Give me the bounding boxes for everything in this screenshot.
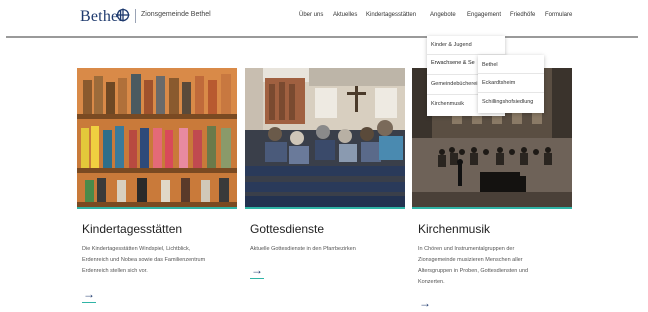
dropdown-item-kirchenmusik[interactable]: Kirchenmusik xyxy=(431,101,464,107)
submenu-item-bethel[interactable]: Bethel xyxy=(482,62,498,68)
erwachsene-submenu: Bethel Eckardtsheim Schillingshofsiedlun… xyxy=(478,55,544,113)
nav-item-engagement[interactable]: Engagement xyxy=(467,12,501,18)
nav-item-angebote[interactable]: Angebote xyxy=(430,12,456,18)
nav-item-formulare[interactable]: Formulare xyxy=(545,12,572,18)
church-service-illustration xyxy=(245,68,405,208)
arrow-underline xyxy=(82,302,96,303)
card-text-line: Erdenreich stellen sich vor. xyxy=(82,268,148,274)
card-accent-line xyxy=(77,207,237,209)
card-text-line: Zionsgemeinde musizieren Menschen aller xyxy=(418,257,523,263)
card-text-line: Altersgruppen in Proben, Gottesdiensten … xyxy=(418,268,529,274)
site-name: Zionsgemeinde Bethel xyxy=(141,11,211,18)
arrow-right-icon[interactable]: → xyxy=(83,288,95,300)
nav-item-friedhoefe[interactable]: Friedhöfe xyxy=(510,12,535,18)
card-title-gottesdienste[interactable]: Gottesdienste xyxy=(250,222,324,236)
gottesdienst-photo[interactable] xyxy=(245,68,405,208)
logo-divider xyxy=(135,9,136,23)
arrow-right-icon[interactable]: → xyxy=(251,264,263,276)
card-title-kindertagesstaetten[interactable]: Kindertagesstätten xyxy=(82,222,182,236)
header-divider xyxy=(6,36,638,38)
rain-boots-illustration xyxy=(77,68,237,208)
submenu-divider xyxy=(478,73,544,74)
card-text-line: Erdenreich und Nobea sowie das Familienz… xyxy=(82,257,206,263)
card-text-line: Konzerten. xyxy=(418,279,445,285)
submenu-divider xyxy=(478,92,544,93)
card-text-line: Aktuelle Gottesdienste in den Pfarrbezir… xyxy=(250,246,356,252)
submenu-item-schillingshofsiedlung[interactable]: Schillingshofsiedlung xyxy=(482,99,533,105)
dropdown-item-gemeindebuecherei[interactable]: Gemeindebücherei xyxy=(431,81,477,87)
arrow-right-icon[interactable]: → xyxy=(419,297,431,309)
dropdown-item-kinder-jugend[interactable]: Kinder & Jugend xyxy=(431,42,472,48)
card-text-line: In Chören und Instrumentalgruppen der xyxy=(418,246,515,252)
card-accent-line xyxy=(245,207,405,209)
card-accent-line xyxy=(412,207,572,209)
kita-photo[interactable] xyxy=(77,68,237,208)
nav-item-aktuelles[interactable]: Aktuelles xyxy=(333,12,357,18)
arrow-underline xyxy=(250,278,264,279)
nav-item-kindertagesstaetten[interactable]: Kindertagesstätten xyxy=(366,12,416,18)
card-text-line: Die Kindertagesstätten Windspiel, Lichtb… xyxy=(82,246,191,252)
submenu-item-eckardtsheim[interactable]: Eckardtsheim xyxy=(482,80,515,86)
dropdown-item-erwachsene[interactable]: Erwachsene & Se xyxy=(431,60,475,66)
nav-item-ueber-uns[interactable]: Über uns xyxy=(299,12,323,18)
card-title-kirchenmusik[interactable]: Kirchenmusik xyxy=(418,222,490,236)
bethel-cross-emblem-icon[interactable] xyxy=(116,8,130,22)
site-header: Bethel Zionsgemeinde Bethel Über uns Akt… xyxy=(0,0,648,36)
